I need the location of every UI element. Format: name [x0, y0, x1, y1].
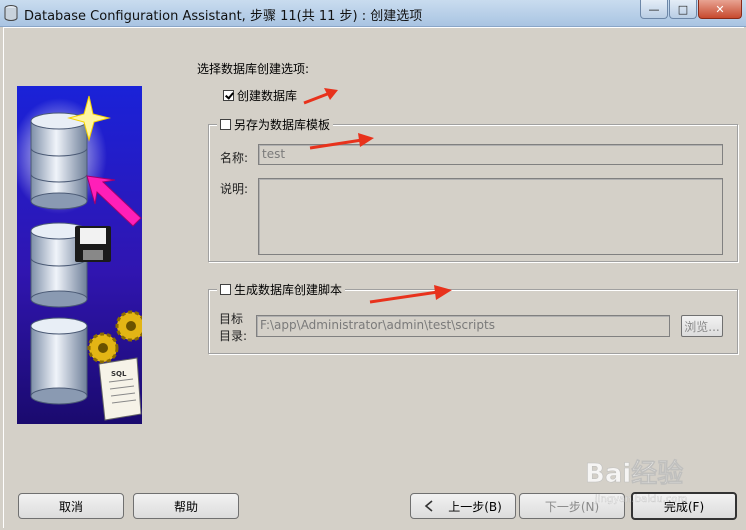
annotation-arrow-template: [309, 133, 374, 150]
save-template-option[interactable]: 另存为数据库模板: [217, 116, 334, 133]
back-arrow-icon: [424, 500, 433, 512]
create-database-checkbox[interactable]: [223, 90, 234, 101]
annotation-arrow-create: [303, 88, 338, 105]
database-illustration: SQL: [17, 86, 142, 424]
destination-directory-label: 目标 目录:: [219, 312, 248, 343]
title-bar: Database Configuration Assistant, 步骤 11(…: [0, 0, 746, 27]
annotation-arrow-scripts: [369, 285, 452, 304]
back-button[interactable]: 上一步(B): [410, 493, 516, 519]
database-app-icon: [4, 5, 18, 21]
browse-button[interactable]: 浏览...: [681, 315, 723, 337]
save-template-checkbox[interactable]: [220, 119, 231, 130]
cancel-button[interactable]: 取消: [18, 493, 124, 519]
baidu-jingyan-watermark: Bai经验 jingyan.baidu.com: [585, 458, 687, 505]
svg-text:jingyan.baidu.com: jingyan.baidu.com: [594, 494, 687, 505]
help-button[interactable]: 帮助: [133, 493, 239, 519]
destination-directory-input[interactable]: F:\app\Administrator\admin\test\scripts: [256, 315, 670, 337]
maximize-button[interactable]: □: [669, 0, 697, 19]
options-prompt: 选择数据库创建选项:: [197, 62, 310, 76]
create-database-label: 创建数据库: [237, 89, 298, 103]
template-name-label: 名称:: [220, 151, 249, 165]
window-title: Database Configuration Assistant, 步骤 11(…: [24, 9, 423, 24]
minimize-button[interactable]: —: [640, 0, 668, 19]
template-description-textarea[interactable]: [258, 178, 723, 255]
create-database-option[interactable]: 创建数据库: [223, 87, 297, 104]
template-description-label: 说明:: [220, 182, 249, 196]
generate-scripts-option[interactable]: 生成数据库创建脚本: [217, 281, 346, 298]
save-template-label: 另存为数据库模板: [234, 118, 331, 132]
svg-text:SQL: SQL: [111, 370, 127, 378]
close-button[interactable]: ✕: [698, 0, 742, 19]
back-button-label: 上一步(B): [448, 499, 502, 514]
generate-scripts-checkbox[interactable]: [220, 284, 231, 295]
generate-scripts-label: 生成数据库创建脚本: [234, 283, 343, 297]
svg-text:Bai经验: Bai经验: [585, 458, 683, 489]
